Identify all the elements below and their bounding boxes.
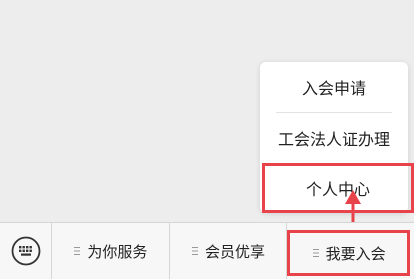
- menu-lines-icon: [74, 247, 81, 255]
- bottom-menu-bar: 为你服务 会员优享 我要入会: [0, 222, 414, 279]
- keyboard-toggle-button[interactable]: [0, 223, 52, 279]
- submenu-item-label: 工会法人证办理: [277, 130, 390, 149]
- submenu-item-legal-certificate[interactable]: 工会法人证办理: [260, 113, 408, 163]
- menu-tab-member-benefits[interactable]: 会员优享: [170, 223, 288, 279]
- submenu-item-join-application[interactable]: 入会申请: [260, 62, 408, 112]
- submenu-popup: 入会申请 工会法人证办理 个人中心: [260, 62, 414, 213]
- submenu-item-personal-center[interactable]: 个人中心: [262, 163, 414, 213]
- menu-tab-label: 为你服务: [87, 242, 148, 261]
- menu-tab-services[interactable]: 为你服务: [52, 223, 170, 279]
- keyboard-icon: [11, 236, 40, 266]
- menu-lines-icon: [312, 249, 319, 257]
- menu-tab-label: 会员优享: [205, 242, 266, 261]
- menu-tab-label: 我要入会: [325, 244, 386, 263]
- submenu-item-label: 入会申请: [301, 79, 366, 98]
- menu-tab-join[interactable]: 我要入会: [287, 230, 411, 276]
- menu-lines-icon: [192, 247, 198, 255]
